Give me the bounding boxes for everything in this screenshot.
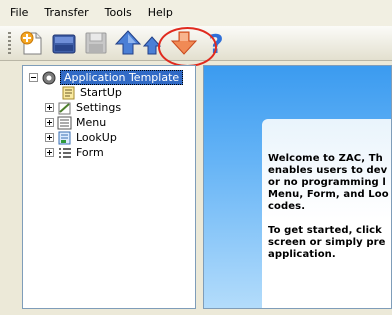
toolbar-grip[interactable] [8,32,11,54]
tree-item-form[interactable]: Form [45,145,104,160]
welcome-line: enables users to dev [268,165,388,176]
tree-item-settings[interactable]: Settings [45,100,121,115]
tree-item-label: Menu [76,116,107,129]
tree-item-label: LookUp [76,131,117,144]
save-button[interactable] [82,29,110,57]
welcome-line: Menu, Form, and Loo [268,189,389,200]
upload-button[interactable] [114,29,142,57]
menu-icon [57,116,73,130]
welcome-line: screen or simply pre [268,237,386,248]
expand-icon[interactable] [45,103,54,112]
lookup-icon [57,131,73,145]
welcome-line: application. [268,249,336,260]
expand-icon[interactable] [45,148,54,157]
welcome-content-area [262,119,391,308]
welcome-line: codes. [268,201,306,212]
tree-item-menu[interactable]: Menu [45,115,106,130]
settings-icon [57,101,73,115]
expand-icon[interactable] [45,133,54,142]
expand-icon[interactable] [45,118,54,127]
open-icon [52,34,76,54]
save-icon [85,32,107,54]
menu-help[interactable]: Help [140,0,181,26]
highlight-circle [158,27,217,67]
status-bar [0,309,392,315]
menu-file[interactable]: File [0,0,36,26]
tree-item-lookup[interactable]: LookUp [45,130,117,145]
new-button[interactable] [18,29,46,57]
menu-bar: File Transfer Tools Help [0,0,392,26]
tree-item-label: Form [76,146,104,159]
tree-root[interactable]: Application Template [29,70,184,85]
menu-tools[interactable]: Tools [97,0,140,26]
form-icon [57,146,73,160]
application-icon [41,71,57,85]
open-button[interactable] [50,29,78,57]
menu-transfer[interactable]: Transfer [36,0,96,26]
tree-root-label[interactable]: Application Template [60,70,184,85]
tree-item-label: StartUp [80,86,122,99]
tree-item-startup[interactable]: StartUp [61,85,122,100]
welcome-line: Welcome to ZAC, Th [268,153,383,164]
tree-item-label: Settings [76,101,122,114]
welcome-line: To get started, click [268,225,382,236]
tree-panel: Application Template StartUp Settings Me… [22,65,196,309]
new-icon [20,31,42,55]
welcome-line: or no programming l [268,177,386,188]
upload-icon [114,30,142,55]
collapse-icon[interactable] [29,73,38,82]
startup-icon [61,86,77,100]
